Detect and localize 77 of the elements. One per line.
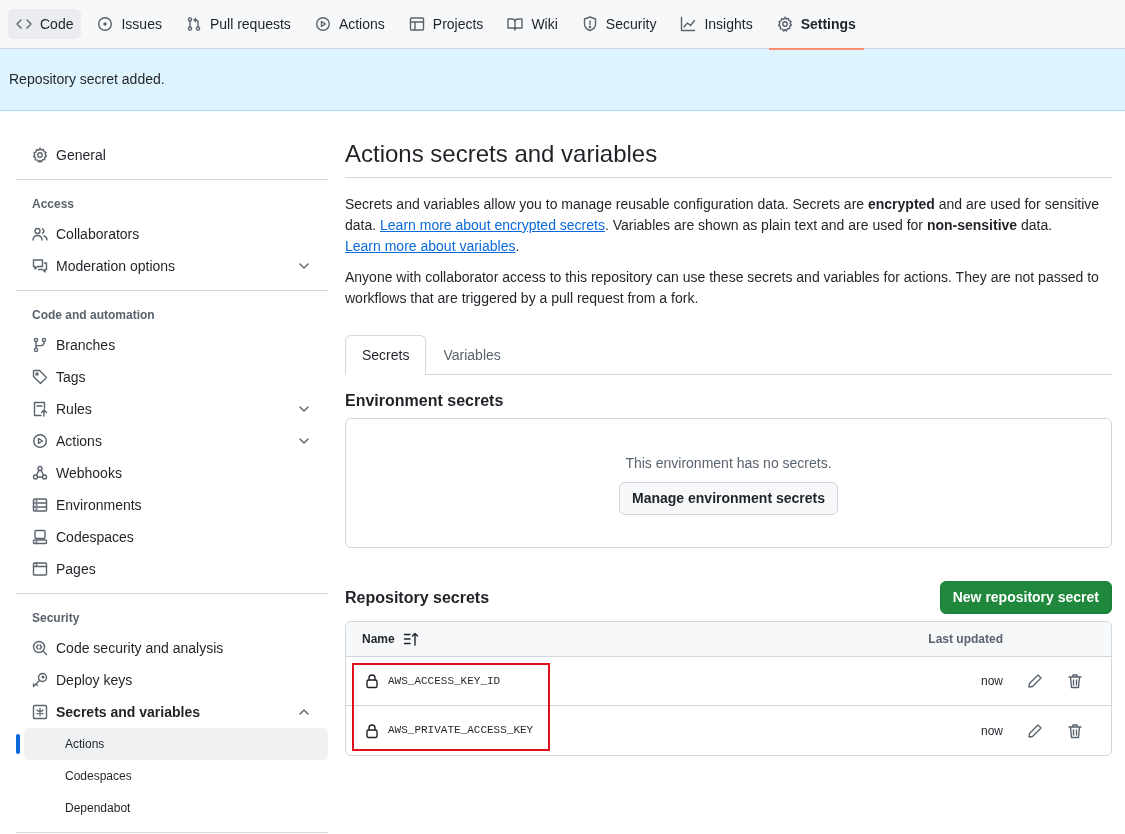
server-icon: [32, 497, 48, 513]
sidebar-item[interactable]: Codespaces: [16, 521, 328, 553]
webhook-icon: [32, 465, 48, 481]
repo-tab[interactable]: Settings: [768, 9, 864, 39]
play-icon: [32, 433, 48, 449]
table-icon: [408, 16, 425, 32]
description-text: Anyone with collaborator access to this repository can use these secrets and variables for actions. They are not passed to workflows that are triggered by a pull request from a fork.: [345, 268, 1100, 308]
sidebar-item[interactable]: Pages: [16, 553, 328, 585]
book-icon: [507, 16, 524, 32]
new-secret-button[interactable]: New repository secret: [939, 581, 1112, 615]
secret-name: AWS_PRIVATE_ACCESS_KEY: [388, 723, 534, 739]
repo-tab[interactable]: Security: [573, 9, 665, 39]
delete-icon: [1067, 722, 1083, 739]
sidebar-item[interactable]: General: [16, 139, 328, 171]
sidebar-item[interactable]: Moderation options: [16, 250, 328, 282]
manage-environment-secrets-button[interactable]: Manage environment secrets: [619, 482, 838, 516]
section-heading: Repository secrets: [345, 588, 490, 608]
sidebar-item[interactable]: Branches: [16, 329, 328, 361]
sidebar-heading: Access: [31, 196, 76, 213]
sidebar-item[interactable]: Collaborators: [16, 218, 328, 250]
repo-tab[interactable]: Actions: [306, 9, 393, 39]
repo-tab[interactable]: Insights: [672, 9, 761, 39]
tab[interactable]: Secrets: [345, 335, 427, 375]
gear-icon: [32, 147, 48, 163]
rules-icon: [32, 401, 48, 417]
play-icon: [314, 16, 331, 32]
page-title: Actions secrets and variables: [345, 139, 1112, 178]
shield-icon: [581, 16, 598, 32]
delete-icon: [1067, 673, 1083, 690]
sidebar-item[interactable]: Environments: [16, 489, 328, 521]
tab[interactable]: Variables: [426, 335, 518, 375]
key-icon: [32, 672, 48, 688]
sidebar-item[interactable]: Deploy keys: [16, 664, 328, 696]
sidebar-subitem[interactable]: Dependabot: [24, 792, 328, 824]
column-header: Last updated: [928, 631, 1003, 649]
empty-state-text: This environment has no secrets.: [625, 454, 832, 474]
sidebar-subitem[interactable]: Codespaces: [24, 760, 328, 792]
secret-name: AWS_ACCESS_KEY_ID: [388, 673, 501, 689]
sort-by-name-button[interactable]: Name: [362, 630, 419, 649]
last-updated-text: now: [981, 673, 1003, 691]
last-updated-text: now: [981, 722, 1003, 740]
repo-tab[interactable]: Issues: [89, 9, 170, 39]
section-heading: Environment secrets: [345, 391, 505, 411]
sidebar-item[interactable]: Secrets and variables: [16, 696, 328, 728]
pull-request-icon: [185, 16, 202, 32]
repo-tab[interactable]: Code: [8, 9, 82, 39]
lock-icon: [364, 722, 380, 739]
circle-dot-icon: [97, 16, 114, 32]
asterisk-icon: [32, 704, 48, 720]
repo-tab[interactable]: Projects: [400, 9, 492, 39]
branch-icon: [32, 337, 48, 353]
sidebar-item[interactable]: Tags: [16, 361, 328, 393]
browser-icon: [32, 561, 48, 577]
sidebar-item[interactable]: Actions: [16, 425, 328, 457]
sort-icon: [402, 631, 419, 648]
learn-more-link[interactable]: Learn more about encrypted secrets: [380, 217, 605, 233]
people-icon: [32, 226, 48, 242]
code-scan-icon: [32, 640, 48, 656]
lock-icon: [364, 673, 380, 690]
gear-icon: [776, 16, 793, 32]
codespace-icon: [32, 529, 48, 545]
sidebar-subitem[interactable]: Actions: [24, 728, 328, 760]
sidebar-item[interactable]: Webhooks: [16, 457, 328, 489]
edit-icon: [1027, 673, 1043, 690]
graph-icon: [680, 16, 697, 32]
repo-tab[interactable]: Pull requests: [177, 9, 299, 39]
sidebar-heading: Code and automation: [31, 307, 156, 324]
selection-indicator: [16, 734, 20, 754]
sidebar-item[interactable]: Rules: [16, 393, 328, 425]
sidebar-heading: Security: [31, 610, 81, 627]
comments-icon: [32, 258, 48, 274]
sidebar-item[interactable]: Code security and analysis: [16, 632, 328, 664]
flash-message: Repository secret added.: [9, 70, 165, 89]
repo-tab[interactable]: Wiki: [499, 9, 566, 39]
description-text: Secrets and variables allow you to manage reusable configuration data. Secrets are encrypted and are used for sensitive data. Learn more about encrypted secrets. Variables are shown as plain text and are used for non-sensitive data. Learn more about variables.: [345, 195, 1101, 256]
edit-icon: [1027, 722, 1043, 739]
tag-icon: [32, 369, 48, 385]
